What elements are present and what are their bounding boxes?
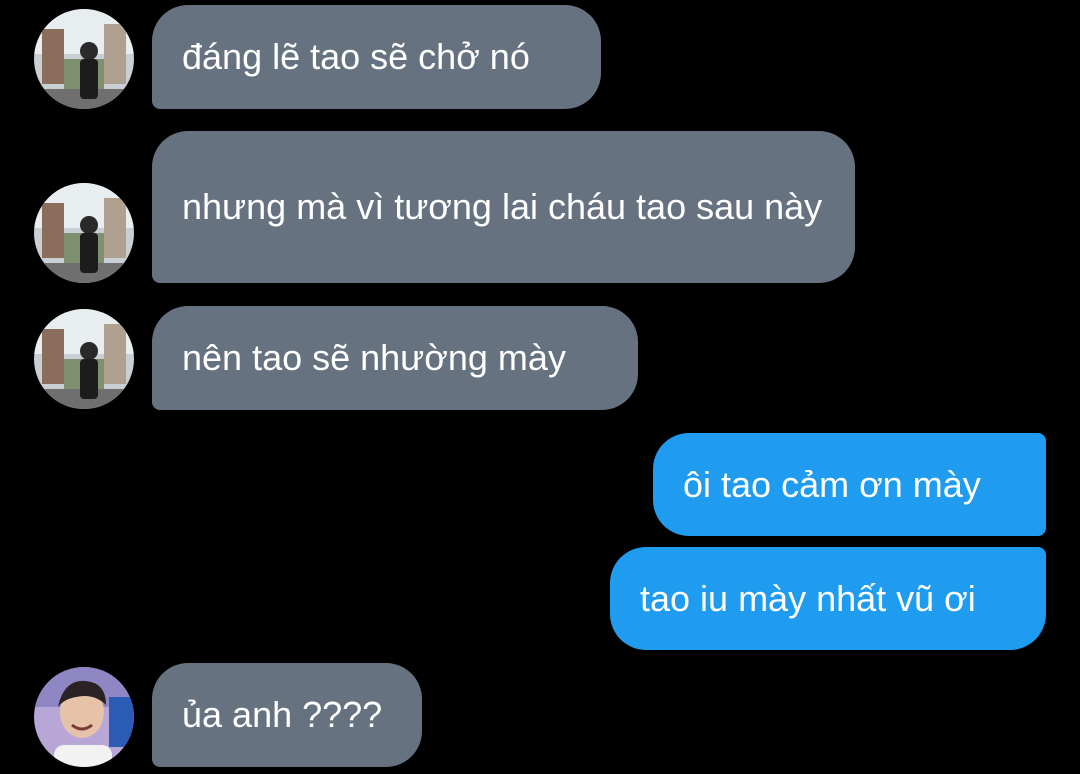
avatar[interactable] xyxy=(34,309,134,409)
message-bubble-incoming[interactable]: ủa anh ???? xyxy=(152,663,422,767)
street-photo-avatar-icon xyxy=(34,9,134,109)
message-text: ủa anh ???? xyxy=(182,694,383,735)
street-photo-avatar-icon xyxy=(34,183,134,283)
street-photo-avatar-icon xyxy=(34,309,134,409)
message-bubble-incoming[interactable]: đáng lẽ tao sẽ chở nó xyxy=(152,5,601,109)
message-text: ôi tao cảm ơn mày xyxy=(683,463,981,505)
message-text: nhưng mà vì tương lai cháu tao sau này xyxy=(182,186,823,227)
avatar[interactable] xyxy=(34,183,134,283)
message-bubble-outgoing[interactable]: tao iu mày nhất vũ ơi xyxy=(610,547,1046,650)
message-bubble-incoming[interactable]: nhưng mà vì tương lai cháu tao sau này xyxy=(152,131,855,283)
message-text: tao iu mày nhất vũ ơi xyxy=(640,577,976,619)
avatar[interactable] xyxy=(34,667,134,767)
smiling-portrait-avatar-icon xyxy=(34,667,134,767)
avatar[interactable] xyxy=(34,9,134,109)
message-text: đáng lẽ tao sẽ chở nó xyxy=(182,36,530,77)
message-bubble-incoming[interactable]: nên tao sẽ nhường mày xyxy=(152,306,638,410)
message-bubble-outgoing[interactable]: ôi tao cảm ơn mày xyxy=(653,433,1046,536)
message-text: nên tao sẽ nhường mày xyxy=(182,337,566,378)
